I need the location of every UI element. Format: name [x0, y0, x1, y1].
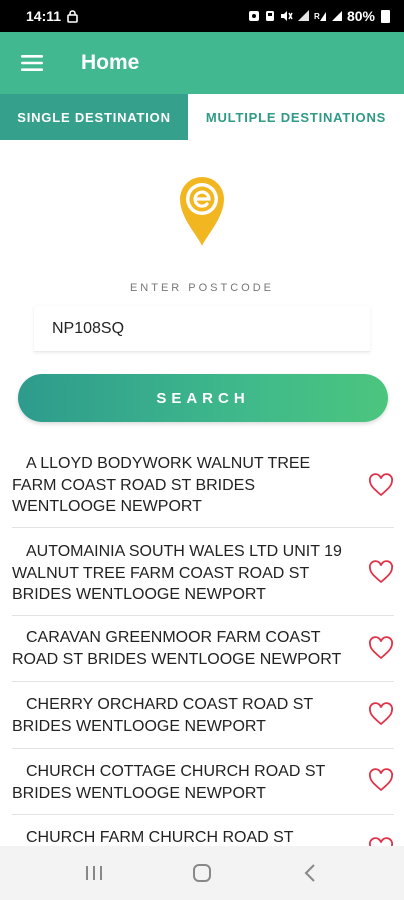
page-title: Home	[81, 51, 140, 74]
status-bar: 14:11 R 80%	[0, 0, 404, 32]
list-item[interactable]: CHURCH FARM CHURCH ROAD ST	[12, 815, 394, 850]
back-icon[interactable]	[290, 853, 330, 893]
address-text: AUTOMAINIA SOUTH WALES LTD UNIT 19 WALNU…	[12, 543, 342, 603]
status-right: R 80%	[248, 8, 390, 24]
signal-icon: R	[314, 12, 326, 21]
address-text: CHURCH COTTAGE CHURCH ROAD ST BRIDES WEN…	[12, 763, 325, 802]
recent-apps-icon[interactable]	[74, 853, 114, 893]
address-results-list: A LLOYD BODYWORK WALNUT TREE FARM COAST …	[0, 440, 404, 850]
postcode-input[interactable]	[34, 306, 370, 352]
system-nav-bar	[0, 846, 404, 900]
heart-outline-icon[interactable]	[368, 768, 394, 792]
list-item[interactable]: CHURCH COTTAGE CHURCH ROAD ST BRIDES WEN…	[12, 749, 394, 815]
heart-outline-icon[interactable]	[368, 702, 394, 726]
heart-outline-icon[interactable]	[368, 636, 394, 660]
lock-icon	[67, 9, 78, 23]
postcode-label: ENTER POSTCODE	[129, 282, 275, 294]
tab-multiple-destinations[interactable]: MULTIPLE DESTINATIONS	[188, 94, 404, 140]
e-location-pin-icon	[180, 177, 224, 246]
address-text: CARAVAN GREENMOOR FARM COAST ROAD ST BRI…	[12, 629, 342, 668]
battery-percent: 80%	[346, 8, 375, 24]
status-left: 14:11	[26, 8, 78, 24]
list-item[interactable]: CARAVAN GREENMOOR FARM COAST ROAD ST BRI…	[12, 616, 394, 682]
hamburger-menu-icon[interactable]	[0, 32, 64, 94]
svg-text:R: R	[314, 12, 320, 21]
address-text: A LLOYD BODYWORK WALNUT TREE FARM COAST …	[12, 455, 311, 515]
status-time: 14:11	[26, 8, 62, 24]
heart-outline-icon[interactable]	[368, 473, 394, 497]
list-item[interactable]: CHERRY ORCHARD COAST ROAD ST BRIDES WENT…	[12, 682, 394, 749]
address-text: CHERRY ORCHARD COAST ROAD ST BRIDES WENT…	[12, 696, 313, 735]
heart-outline-icon[interactable]	[368, 560, 394, 584]
app-toolbar: Home	[0, 32, 404, 94]
list-item[interactable]: AUTOMAINIA SOUTH WALES LTD UNIT 19 WALNU…	[12, 528, 394, 616]
wifi-icon	[297, 10, 309, 21]
search-button[interactable]: SEARCH	[18, 374, 388, 422]
home-icon[interactable]	[182, 853, 222, 893]
signal-icon	[331, 11, 342, 21]
destination-tabs: SINGLE DESTINATION MULTIPLE DESTINATIONS	[0, 94, 404, 140]
volume-off-icon	[280, 11, 293, 21]
mute-icon	[265, 11, 274, 21]
tab-single-destination[interactable]: SINGLE DESTINATION	[0, 94, 188, 140]
photo-icon	[248, 11, 259, 21]
list-item[interactable]: A LLOYD BODYWORK WALNUT TREE FARM COAST …	[12, 440, 394, 528]
battery-icon	[381, 9, 390, 23]
